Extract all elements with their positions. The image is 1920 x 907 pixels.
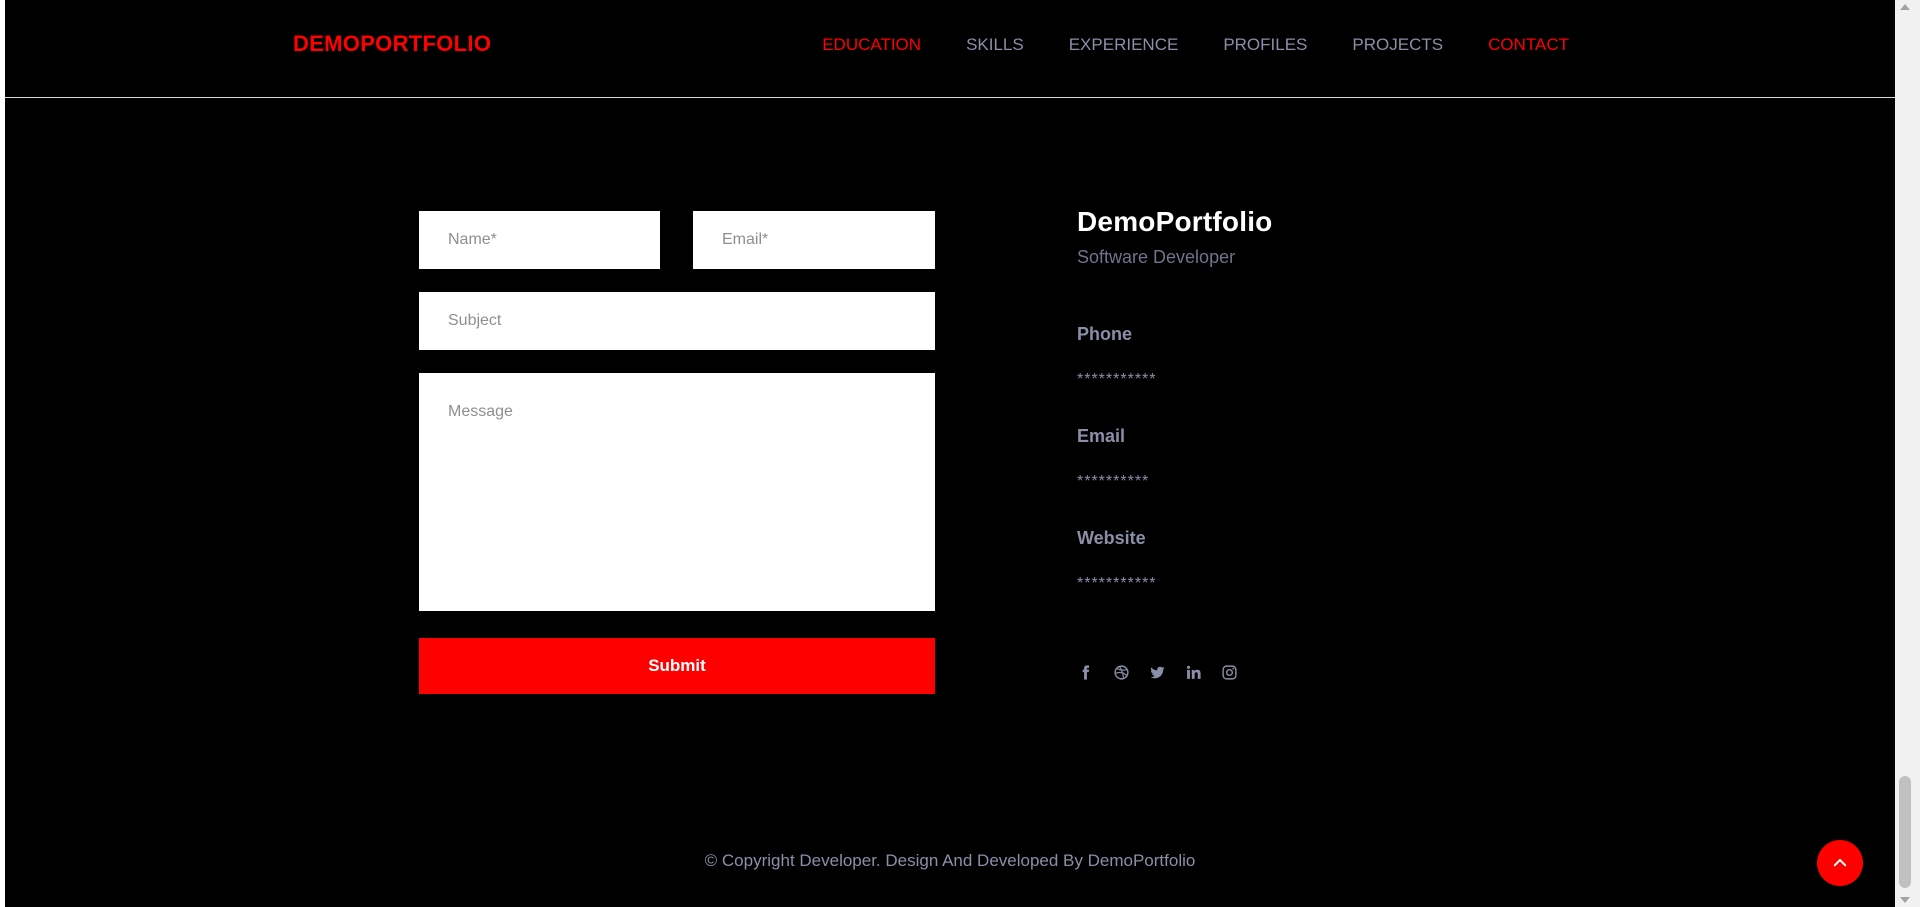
subject-field[interactable] (419, 292, 935, 350)
portfolio-page: DEMOPORTFOLIO EDUCATION SKILLS EXPERIENC… (5, 0, 1895, 907)
navbar: DEMOPORTFOLIO EDUCATION SKILLS EXPERIENC… (5, 0, 1895, 98)
email-field[interactable] (693, 211, 935, 269)
scroll-up-arrow[interactable] (1900, 4, 1910, 10)
email-value: ********** (1077, 473, 1150, 490)
copyright-text: © Copyright Developer. Design And Develo… (704, 851, 1196, 870)
facebook-icon[interactable] (1077, 664, 1094, 681)
nav-profiles[interactable]: PROFILES (1223, 35, 1307, 55)
chevron-up-icon (1833, 859, 1847, 867)
dribbble-icon[interactable] (1113, 664, 1130, 681)
nav-contact[interactable]: CONTACT (1488, 35, 1569, 55)
instagram-icon[interactable] (1221, 664, 1238, 681)
scroll-down-arrow[interactable] (1900, 897, 1910, 903)
message-field[interactable] (419, 373, 935, 611)
phone-label: Phone (1077, 324, 1133, 344)
email-label: Email (1077, 426, 1126, 446)
submit-button[interactable]: Submit (419, 638, 935, 694)
website-label: Website (1077, 528, 1146, 548)
nav-skills[interactable]: SKILLS (966, 35, 1024, 55)
nav-projects[interactable]: PROJECTS (1352, 35, 1443, 55)
scroll-thumb[interactable] (1899, 776, 1911, 888)
social-links (1077, 664, 1238, 681)
twitter-icon[interactable] (1149, 664, 1166, 681)
linkedin-icon[interactable] (1185, 664, 1202, 681)
brand-logo[interactable]: DEMOPORTFOLIO (293, 31, 491, 57)
contact-info: DemoPortfolio Software Developer Phone *… (1077, 206, 1477, 680)
website-value: *********** (1077, 575, 1157, 592)
nav-education[interactable]: EDUCATION (822, 35, 921, 55)
nav-experience[interactable]: EXPERIENCE (1069, 35, 1179, 55)
page-scrollbar[interactable] (1895, 0, 1920, 907)
name-field[interactable] (419, 211, 660, 269)
phone-value: *********** (1077, 371, 1157, 388)
info-role: Software Developer (1077, 247, 1236, 267)
info-name: DemoPortfolio (1077, 206, 1273, 237)
main-nav: EDUCATION SKILLS EXPERIENCE PROFILES PRO… (822, 35, 1569, 55)
scroll-to-top-button[interactable] (1817, 840, 1863, 886)
